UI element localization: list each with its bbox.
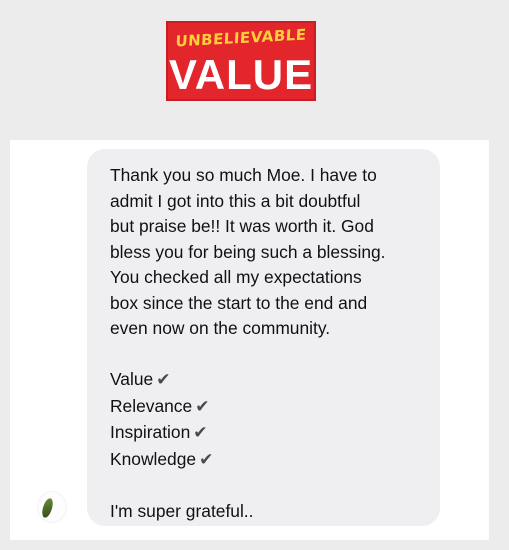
checklist-label: Knowledge — [110, 448, 197, 469]
leaf-avatar-icon — [41, 497, 54, 519]
chat-panel: Thank you so much Moe. I have to admit I… — [10, 140, 489, 540]
closing-line: I'm super grateful.. — [110, 500, 254, 521]
message-line: even now on the community. — [110, 318, 331, 338]
checklist-item-relevance: Relevance ✔ — [110, 394, 430, 421]
message-line: You checked all my expectations — [110, 267, 362, 287]
message-line: bless you for being such a blessing. — [110, 241, 386, 262]
checklist-item-knowledge: Knowledge ✔ — [110, 447, 430, 474]
check-mark-icon: ✔ — [195, 396, 210, 417]
check-mark-icon: ✔ — [199, 449, 214, 470]
message-line: admit I got into this a bit doubtful — [110, 190, 361, 211]
sender-avatar[interactable] — [38, 492, 66, 522]
checklist-item-value: Value ✔ — [110, 367, 430, 394]
checklist-label: Inspiration — [110, 422, 191, 442]
checklist-label: Relevance — [110, 395, 193, 416]
checklist-item-inspiration: Inspiration ✔ — [110, 420, 430, 447]
logo-top-text: UNBELIEVABLE — [174, 25, 308, 51]
logo-bottom-text: VALUE — [168, 51, 314, 98]
unbelievable-value-logo: UNBELIEVABLE VALUE — [166, 21, 316, 101]
check-mark-icon: ✔ — [193, 423, 208, 443]
message-line: box since the start to the end and — [110, 292, 368, 313]
message-line: but praise be!! It was worth it. God — [110, 216, 374, 236]
message-line: Thank you so much Moe. I have to — [110, 165, 377, 185]
message-bubble[interactable]: Thank you so much Moe. I have to admit I… — [87, 149, 440, 526]
check-mark-icon: ✔ — [156, 370, 171, 390]
checklist-label: Value — [110, 369, 154, 389]
